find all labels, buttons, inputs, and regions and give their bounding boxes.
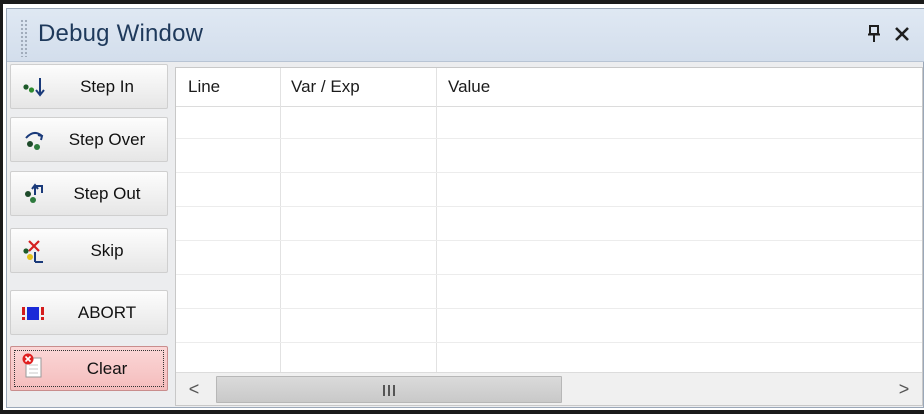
close-icon[interactable] bbox=[893, 25, 911, 43]
clear-button[interactable]: Clear bbox=[10, 346, 168, 391]
step-over-icon bbox=[25, 132, 44, 150]
empty-row-divider bbox=[176, 240, 922, 241]
step-over-label: Step Over bbox=[68, 130, 146, 149]
skip-icon bbox=[23, 240, 43, 263]
column-divider[interactable] bbox=[280, 68, 281, 372]
abort-button[interactable]: ABORT bbox=[10, 290, 168, 335]
scrollbar-thumb[interactable] bbox=[216, 376, 562, 403]
empty-row-divider bbox=[176, 308, 922, 309]
skip-label: Skip bbox=[90, 241, 124, 260]
clear-label: Clear bbox=[86, 359, 128, 378]
step-out-button[interactable]: Step Out bbox=[10, 171, 168, 216]
column-divider[interactable] bbox=[436, 68, 437, 372]
watch-grid[interactable]: Line Var / Exp Value < > bbox=[175, 67, 923, 406]
step-in-label: Step In bbox=[80, 77, 134, 96]
empty-row-divider bbox=[176, 342, 922, 343]
empty-row-divider bbox=[176, 172, 922, 173]
step-in-button[interactable]: Step In bbox=[10, 64, 168, 109]
step-over-button[interactable]: Step Over bbox=[10, 117, 168, 162]
clear-icon bbox=[22, 353, 42, 378]
left-edge bbox=[0, 0, 3, 414]
debug-window-frame: Debug Window Step In Step Over Step Out … bbox=[0, 0, 924, 414]
pin-icon[interactable] bbox=[866, 25, 882, 43]
window-title: Debug Window bbox=[38, 20, 204, 47]
skip-button[interactable]: Skip bbox=[10, 228, 168, 273]
top-edge bbox=[0, 0, 924, 4]
step-out-icon bbox=[25, 183, 43, 203]
title-bar[interactable]: Debug Window bbox=[7, 9, 924, 62]
step-in-icon bbox=[23, 78, 45, 97]
drag-grip-icon[interactable] bbox=[20, 19, 27, 57]
thumb-grip-icon bbox=[383, 385, 395, 396]
scroll-right-icon[interactable]: > bbox=[886, 373, 922, 405]
empty-row-divider bbox=[176, 274, 922, 275]
scroll-left-icon[interactable]: < bbox=[176, 373, 212, 405]
grid-header: Line Var / Exp Value bbox=[176, 68, 922, 107]
horizontal-scrollbar[interactable]: < > bbox=[176, 372, 922, 405]
abort-label: ABORT bbox=[77, 303, 137, 322]
bottom-edge bbox=[0, 410, 924, 414]
column-header-value[interactable]: Value bbox=[448, 77, 490, 97]
column-header-line[interactable]: Line bbox=[188, 77, 220, 97]
empty-row-divider bbox=[176, 138, 922, 139]
abort-icon bbox=[22, 307, 44, 320]
step-out-label: Step Out bbox=[73, 184, 141, 203]
column-header-var-exp[interactable]: Var / Exp bbox=[291, 77, 360, 97]
empty-row-divider bbox=[176, 206, 922, 207]
